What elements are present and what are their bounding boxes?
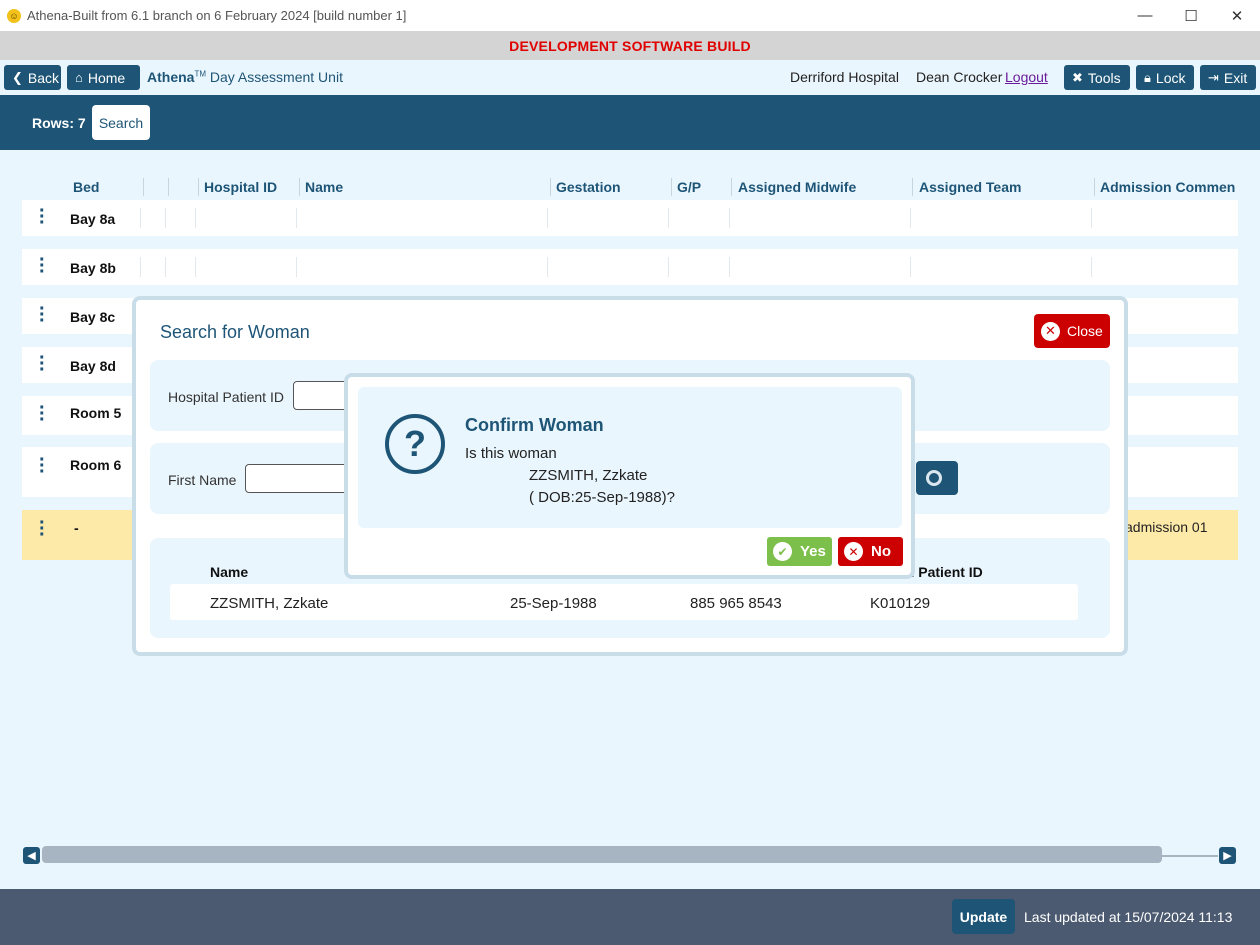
first-name-label: First Name: [168, 472, 237, 488]
nav-bar: ❮ Back ⌂ Home AthenaTM Day Assessment Unit…: [0, 60, 1260, 95]
column-header-gestation[interactable]: Gestation: [556, 179, 621, 195]
confirm-patient-dob: ( DOB:25-Sep-1988)?: [529, 489, 675, 506]
close-button[interactable]: ✕ Close: [1034, 314, 1110, 348]
results-header-name: Name: [210, 564, 249, 580]
maximize-button[interactable]: ☐: [1168, 0, 1214, 31]
search-icon: [926, 470, 942, 486]
confirm-question: Is this woman: [465, 445, 557, 462]
result-row[interactable]: ZZSMITH, Zzkate 25-Sep-1988 885 965 8543…: [170, 584, 1078, 620]
update-button[interactable]: Update: [952, 899, 1015, 934]
minimize-button[interactable]: —: [1122, 0, 1168, 31]
tools-icon: ✖: [1072, 69, 1083, 85]
row-menu-icon[interactable]: · · ·: [39, 450, 46, 482]
table-row[interactable]: · · · Bay 8a: [22, 200, 1238, 236]
table-row[interactable]: · · · Bay 8b: [22, 249, 1238, 285]
column-header-bed[interactable]: Bed: [73, 179, 99, 195]
hospital-name: Derriford Hospital: [790, 69, 899, 85]
scrollbar-thumb[interactable]: [42, 846, 1162, 863]
lock-button[interactable]: 🔒︎ Lock: [1136, 65, 1194, 90]
row-menu-icon[interactable]: · · ·: [39, 348, 46, 380]
search-button[interactable]: Search: [92, 105, 150, 140]
row-menu-icon[interactable]: · · ·: [39, 513, 46, 545]
bed-cell: Room 6: [70, 457, 122, 473]
home-button[interactable]: ⌂ Home: [67, 65, 140, 90]
window-close-button[interactable]: ✕: [1214, 0, 1260, 31]
footer-bar: Update Last updated at 15/07/2024 11:13: [0, 889, 1260, 945]
row-menu-icon[interactable]: · · ·: [39, 201, 46, 233]
column-header-hospital-id[interactable]: Hospital ID: [204, 179, 277, 195]
app-icon: ☺: [7, 8, 21, 23]
confirm-woman-dialog: ? Confirm Woman Is this woman ZZSMITH, Z…: [344, 373, 915, 579]
result-dob: 25-Sep-1988: [510, 595, 597, 612]
bed-cell: Bay 8a: [70, 211, 116, 227]
bed-cell: Bay 8d: [70, 358, 116, 374]
no-button[interactable]: ✕ No: [838, 537, 903, 566]
row-menu-icon[interactable]: · · ·: [39, 250, 46, 282]
dev-build-banner: DEVELOPMENT SOFTWARE BUILD: [0, 31, 1260, 60]
question-icon: ?: [385, 414, 445, 474]
logout-link[interactable]: Logout: [1005, 69, 1048, 85]
row-menu-icon[interactable]: · · ·: [39, 398, 46, 430]
yes-button[interactable]: ✔ Yes: [767, 537, 832, 566]
exit-icon: ⇥: [1208, 69, 1219, 85]
chevron-left-icon: ❮: [12, 69, 23, 85]
admission-comment-cell: admission 01: [1125, 519, 1208, 535]
confirm-title: Confirm Woman: [465, 415, 604, 435]
bed-cell: Bay 8b: [70, 260, 116, 276]
window-title-bar: ☺ Athena-Built from 6.1 branch on 6 Febr…: [0, 0, 1260, 31]
last-updated-text: Last updated at 15/07/2024 11:13: [1024, 909, 1233, 925]
close-icon: ✕: [844, 542, 863, 561]
scroll-left-button[interactable]: ◀: [23, 847, 40, 864]
back-button[interactable]: ❮ Back: [4, 65, 61, 90]
hospital-patient-id-label: Hospital Patient ID: [168, 389, 284, 405]
search-submit-button[interactable]: [916, 461, 958, 495]
result-patient-id: K010129: [870, 595, 931, 612]
column-header-name[interactable]: Name: [305, 179, 343, 195]
exit-button[interactable]: ⇥ Exit: [1200, 65, 1256, 90]
column-header-gp[interactable]: G/P: [677, 179, 701, 195]
column-header-admission-comment[interactable]: Admission Commen: [1100, 179, 1236, 195]
bed-cell: Room 5: [70, 405, 122, 421]
result-name: ZZSMITH, Zzkate: [210, 595, 329, 612]
lock-icon: 🔒︎: [1144, 69, 1151, 85]
app-brand: AthenaTM Day Assessment Unit: [147, 69, 343, 85]
grid-toolbar: Rows: 7 Search: [0, 95, 1260, 150]
row-count: Rows: 7: [32, 115, 86, 131]
confirm-patient-name: ZZSMITH, Zzkate: [529, 467, 648, 484]
window-title: Athena-Built from 6.1 branch on 6 Februa…: [27, 8, 407, 23]
close-icon: ✕: [1041, 321, 1060, 341]
user-name: Dean Crocker: [916, 69, 1003, 85]
column-header-assigned-team[interactable]: Assigned Team: [919, 179, 1021, 195]
home-icon: ⌂: [75, 70, 83, 85]
bed-cell: Bay 8c: [70, 309, 116, 325]
scroll-right-button[interactable]: ▶: [1219, 847, 1236, 864]
check-icon: ✔: [773, 542, 792, 561]
bed-cell: -: [74, 520, 79, 536]
tools-button[interactable]: ✖ Tools: [1064, 65, 1130, 90]
column-header-assigned-midwife[interactable]: Assigned Midwife: [738, 179, 856, 195]
result-nhs-number: 885 965 8543: [690, 595, 782, 612]
row-menu-icon[interactable]: · · ·: [39, 299, 46, 331]
dialog-title: Search for Woman: [160, 322, 310, 342]
